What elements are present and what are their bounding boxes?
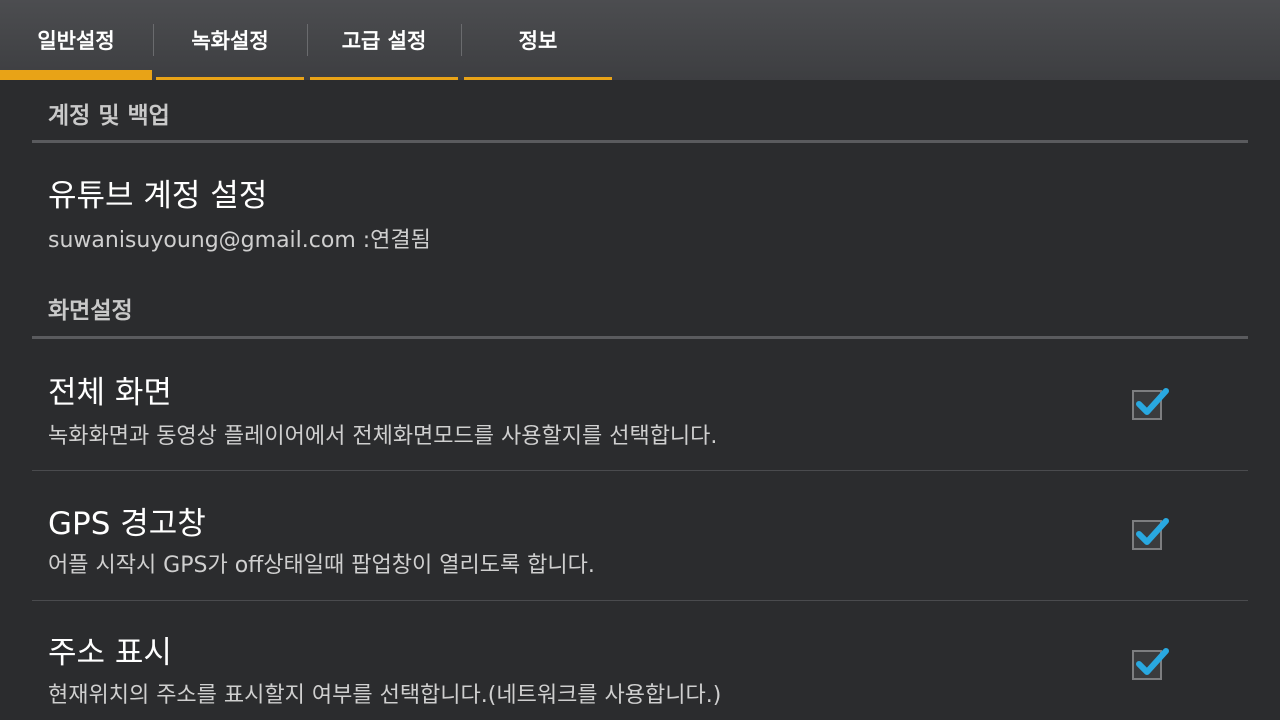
fullscreen-description: 녹화화면과 동영상 플레이어에서 전체화면모드를 사용할지를 선택합니다. bbox=[48, 424, 718, 449]
gps-warning-checkbox[interactable] bbox=[1132, 518, 1169, 550]
tab-indicator bbox=[310, 77, 458, 80]
fullscreen-title: 전체 화면 bbox=[48, 375, 172, 411]
section-divider bbox=[32, 336, 1248, 339]
tab-advanced-settings[interactable]: 고급 설정 bbox=[308, 0, 460, 80]
gps-warning-title: GPS 경고창 bbox=[48, 506, 206, 542]
section-header-display: 화면설정 bbox=[48, 298, 133, 324]
checkmark-icon bbox=[1136, 518, 1169, 545]
tab-recording-settings[interactable]: 녹화설정 bbox=[154, 0, 306, 80]
tab-indicator bbox=[156, 77, 304, 80]
address-display-title: 주소 표시 bbox=[48, 635, 172, 671]
tab-indicator bbox=[464, 77, 612, 80]
tab-label: 고급 설정 bbox=[341, 29, 427, 53]
youtube-account-title: 유튜브 계정 설정 bbox=[48, 178, 268, 214]
fullscreen-checkbox[interactable] bbox=[1132, 388, 1169, 420]
tab-info[interactable]: 정보 bbox=[462, 0, 614, 80]
tab-bar: 일반설정 녹화설정 고급 설정 정보 bbox=[0, 0, 1280, 80]
section-header-account: 계정 및 백업 bbox=[48, 103, 170, 129]
tab-label: 정보 bbox=[518, 29, 558, 53]
row-divider bbox=[32, 470, 1248, 471]
youtube-account-status: suwanisuyoung@gmail.com :연결됨 bbox=[48, 228, 431, 253]
tab-label: 일반설정 bbox=[37, 29, 115, 53]
tab-label: 녹화설정 bbox=[191, 29, 269, 53]
address-display-checkbox[interactable] bbox=[1132, 648, 1169, 680]
row-divider bbox=[32, 600, 1248, 601]
tab-active-indicator bbox=[0, 70, 152, 80]
tab-general-settings[interactable]: 일반설정 bbox=[0, 0, 152, 80]
section-divider bbox=[32, 140, 1248, 143]
checkmark-icon bbox=[1136, 388, 1169, 415]
gps-warning-description: 어플 시작시 GPS가 off상태일때 팝업창이 열리도록 합니다. bbox=[48, 553, 595, 578]
checkmark-icon bbox=[1136, 648, 1169, 675]
address-display-description: 현재위치의 주소를 표시할지 여부를 선택합니다.(네트워크를 사용합니다.) bbox=[48, 683, 722, 708]
